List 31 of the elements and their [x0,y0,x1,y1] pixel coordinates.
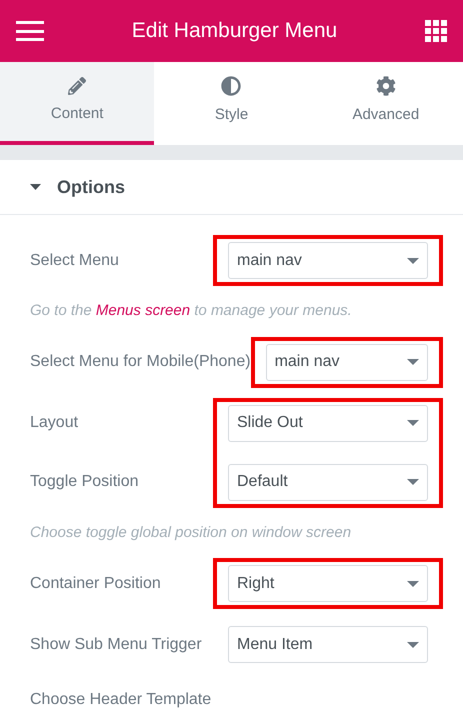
select-field[interactable]: main nav [266,344,428,380]
caret-icon [407,580,419,586]
settings-icon [376,76,396,96]
caret-icon [407,420,419,426]
select-field[interactable]: main nav [228,242,428,279]
caret-icon [407,258,419,264]
field-label: Choose Header Template [30,690,212,710]
field-label: Select Menu [30,250,119,270]
caret-icon [30,184,41,190]
help-text: Choose toggle global position on window screen [30,522,352,542]
select-field[interactable]: Menu Item [228,626,428,663]
field-label: Select Menu for Mobile(Phone) [30,352,251,372]
caret-icon [407,479,419,485]
contrast-icon [221,76,242,96]
section-header[interactable]: Options [0,160,463,215]
select-field[interactable]: Right [228,565,428,602]
pencil-icon [68,77,86,96]
menu-icon[interactable] [16,21,44,41]
select-field[interactable]: Slide Out [228,404,428,442]
tab[interactable]: Content [0,62,154,145]
field-label: Layout [30,413,78,433]
field-label: Container Position [30,574,161,594]
select-field[interactable]: Default [228,464,428,500]
caret-icon [407,642,419,648]
grid-icon[interactable] [425,20,447,42]
help-text: Go to the Menus screen to manage your menus. [30,301,353,321]
menus-link[interactable]: Menus screen [96,302,190,319]
caret-icon [407,359,419,365]
field-label: Toggle Position [30,472,139,492]
field-label: Show Sub Menu Trigger [30,634,202,654]
window-title: Edit Hamburger Menu [130,18,338,44]
